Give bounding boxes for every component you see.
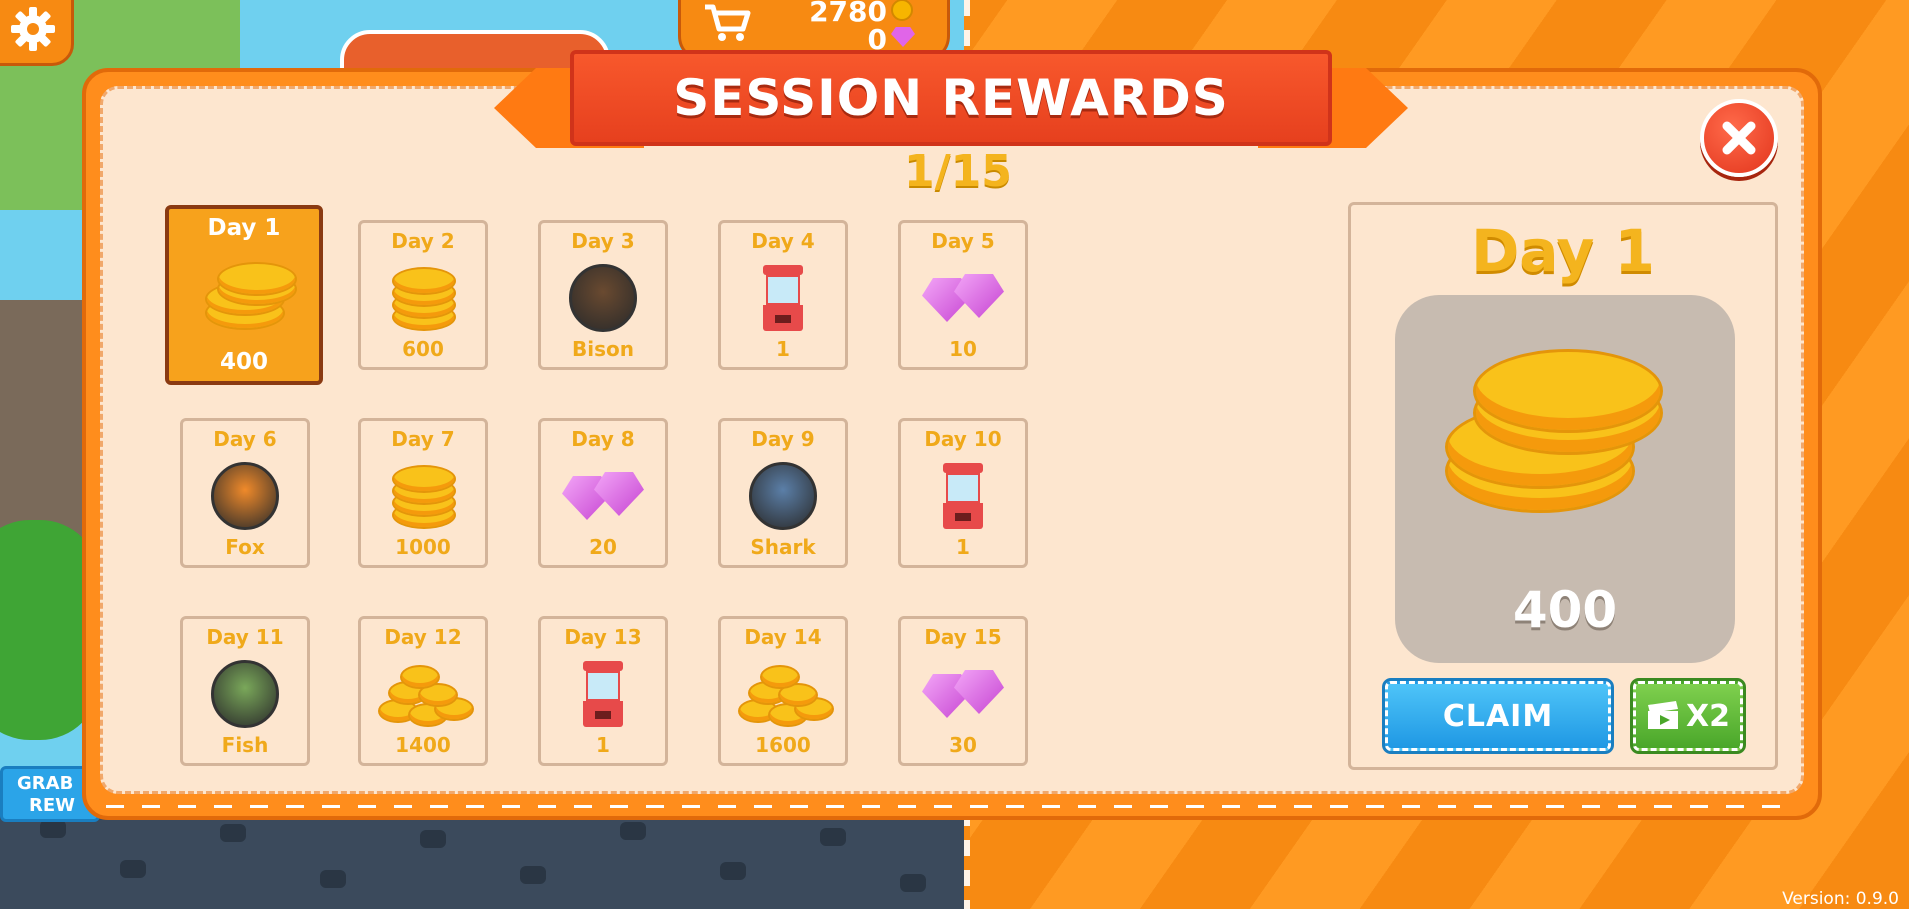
reward-day-label: Day 13 bbox=[564, 625, 642, 649]
claw-machine-icon bbox=[918, 461, 1008, 531]
reward-card-day-5[interactable]: Day 5 10 bbox=[898, 220, 1028, 370]
close-button[interactable] bbox=[1700, 99, 1778, 177]
reward-value-label: 600 bbox=[402, 337, 444, 361]
gem-icon bbox=[558, 461, 648, 531]
reward-card-day-10[interactable]: Day 10 1 bbox=[898, 418, 1028, 568]
reward-day-label: Day 5 bbox=[931, 229, 995, 253]
reward-card-day-8[interactable]: Day 8 20 bbox=[538, 418, 668, 568]
shopping-cart-icon bbox=[705, 4, 751, 41]
reward-card-day-13[interactable]: Day 13 1 bbox=[538, 616, 668, 766]
coin-stack-icon bbox=[378, 461, 468, 531]
claim-button[interactable]: CLAIM bbox=[1382, 678, 1614, 754]
reward-value-label: 1400 bbox=[395, 733, 451, 757]
reward-value-label: Fox bbox=[225, 535, 265, 559]
reward-progress: 1/15 bbox=[904, 146, 1012, 197]
reward-day-label: Day 2 bbox=[391, 229, 455, 253]
reward-day-label: Day 15 bbox=[924, 625, 1002, 649]
reward-value-label: Bison bbox=[572, 337, 634, 361]
settings-button[interactable] bbox=[0, 0, 74, 66]
reward-day-label: Day 14 bbox=[744, 625, 822, 649]
reward-day-label: Day 12 bbox=[384, 625, 462, 649]
reward-value-label: 1 bbox=[596, 733, 610, 757]
gear-icon bbox=[11, 7, 55, 51]
selected-reward-panel: Day 1 400 CLAIM X2 bbox=[1348, 202, 1778, 770]
reward-day-label: Day 1 bbox=[207, 215, 281, 241]
reward-card-day-1[interactable]: Day 1 400 bbox=[165, 205, 323, 385]
reward-value-label: Fish bbox=[221, 733, 269, 757]
close-icon bbox=[1722, 121, 1756, 155]
claw-machine-icon bbox=[558, 659, 648, 729]
reward-card-day-7[interactable]: Day 7 1000 bbox=[358, 418, 488, 568]
coin-icon bbox=[891, 0, 913, 21]
modal-title: SESSION REWARDS bbox=[673, 69, 1229, 127]
coin-pile-icon bbox=[378, 659, 474, 729]
reward-value-label: 1600 bbox=[755, 733, 811, 757]
selected-reward-amount: 400 bbox=[1512, 581, 1618, 639]
claw-machine-icon bbox=[738, 263, 828, 333]
reward-value-label: 10 bbox=[949, 337, 977, 361]
reward-value-label: 30 bbox=[949, 733, 977, 757]
reward-value-label: 1 bbox=[776, 337, 790, 361]
coin-stack-icon bbox=[378, 263, 468, 333]
reward-card-day-12[interactable]: Day 12 1400 bbox=[358, 616, 488, 766]
gem-icon bbox=[918, 263, 1008, 333]
fish-portrait-icon bbox=[200, 659, 290, 729]
reward-value-label: 1 bbox=[956, 535, 970, 559]
coin-pile-icon bbox=[738, 659, 834, 729]
reward-card-day-11[interactable]: Day 11 Fish bbox=[180, 616, 310, 766]
ribbon-band: SESSION REWARDS bbox=[570, 50, 1332, 146]
reward-day-label: Day 6 bbox=[213, 427, 277, 451]
reward-card-day-6[interactable]: Day 6 Fox bbox=[180, 418, 310, 568]
selected-day-title: Day 1 bbox=[1471, 217, 1655, 285]
fox-portrait-icon bbox=[200, 461, 290, 531]
reward-day-label: Day 10 bbox=[924, 427, 1002, 451]
coin-stack-icon bbox=[184, 257, 304, 337]
reward-day-label: Day 7 bbox=[391, 427, 455, 451]
gem-icon bbox=[891, 27, 915, 47]
video-clapper-icon bbox=[1647, 701, 1678, 729]
reward-card-day-14[interactable]: Day 14 1600 bbox=[718, 616, 848, 766]
reward-day-label: Day 8 bbox=[571, 427, 635, 451]
reward-day-label: Day 3 bbox=[571, 229, 635, 253]
reward-card-day-9[interactable]: Day 9 Shark bbox=[718, 418, 848, 568]
reward-value-label: 400 bbox=[219, 349, 268, 375]
bison-portrait-icon bbox=[558, 263, 648, 333]
gem-icon bbox=[918, 659, 1008, 729]
x2-label: X2 bbox=[1685, 698, 1730, 734]
reward-value-label: Shark bbox=[750, 535, 816, 559]
reward-day-label: Day 11 bbox=[206, 625, 284, 649]
watch-ad-x2-button[interactable]: X2 bbox=[1630, 678, 1746, 754]
reward-day-label: Day 9 bbox=[751, 427, 815, 451]
reward-card-day-15[interactable]: Day 15 30 bbox=[898, 616, 1028, 766]
reward-card-day-3[interactable]: Day 3 Bison bbox=[538, 220, 668, 370]
large-coin-stack-icon bbox=[1445, 345, 1685, 535]
reward-card-day-4[interactable]: Day 4 1 bbox=[718, 220, 848, 370]
modal-dash-trim bbox=[106, 805, 1798, 808]
reward-value-label: 20 bbox=[589, 535, 617, 559]
reward-value-label: 1000 bbox=[395, 535, 451, 559]
title-ribbon: SESSION REWARDS bbox=[494, 50, 1408, 154]
reward-day-label: Day 4 bbox=[751, 229, 815, 253]
shark-portrait-icon bbox=[738, 461, 828, 531]
reward-showcase: 400 bbox=[1395, 295, 1735, 663]
reward-card-day-2[interactable]: Day 2 600 bbox=[358, 220, 488, 370]
version-label: Version: 0.9.0 bbox=[1782, 889, 1899, 909]
